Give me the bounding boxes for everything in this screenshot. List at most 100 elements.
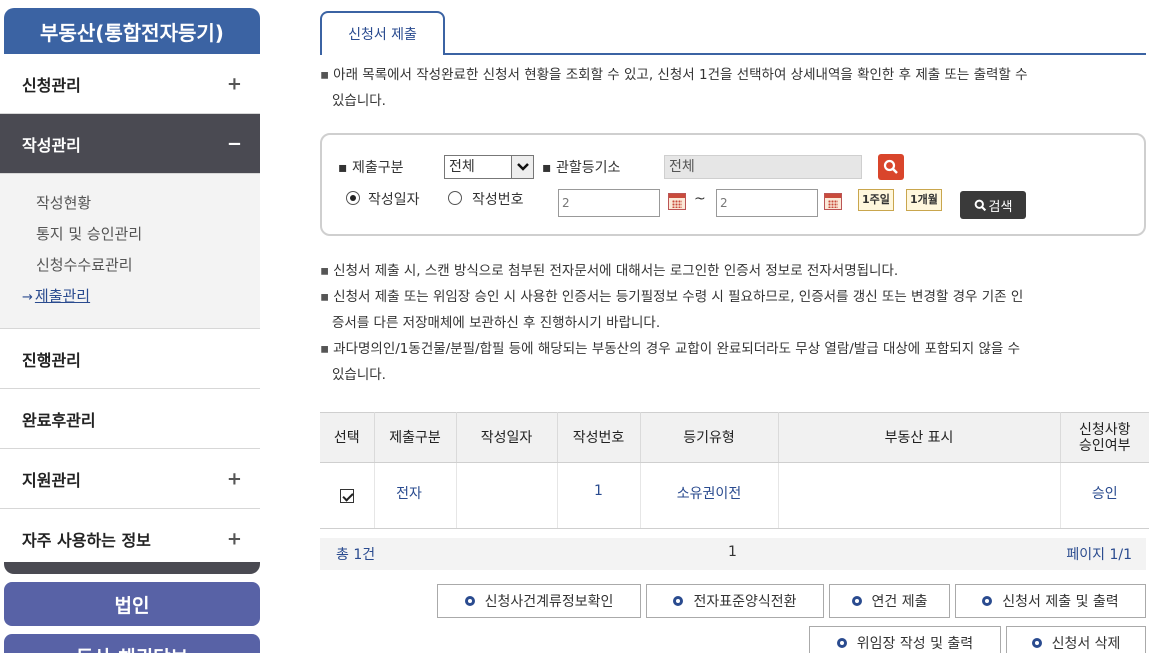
search-icon: [974, 199, 986, 211]
row-reg-type[interactable]: 소유권이전: [640, 462, 779, 529]
col-date: 작성일자: [456, 412, 558, 463]
page: 부동산(통합전자등기) 신청관리 + 작성관리 − 작성현황 통지 및 승인관리…: [0, 0, 1153, 653]
row-checkbox[interactable]: [339, 488, 354, 503]
row-approval: 승인: [1060, 462, 1149, 529]
corp-button[interactable]: 법인: [4, 582, 260, 626]
col-approval: 신청사항 승인여부: [1060, 412, 1149, 463]
col-property: 부동산 표시: [778, 412, 1061, 463]
submit-and-print-button[interactable]: 신청서 제출 및 출력: [955, 584, 1146, 618]
office-input[interactable]: 전체: [664, 155, 862, 179]
sidebar-bottom-bar: [4, 562, 260, 574]
col-reg-type: 등기유형: [640, 412, 779, 463]
label-text: 관할등기소: [555, 160, 621, 176]
select-value: 전체: [449, 159, 475, 175]
button-label: 전자표준양식전환: [693, 594, 797, 610]
submit-type-label: ▪ 제출구분: [338, 157, 403, 177]
sidebar-item-label: 자주 사용하는 정보: [22, 531, 151, 550]
table-row[interactable]: 전자 1 소유권이전 승인: [320, 462, 1149, 529]
sidebar-item-label: 신청관리: [22, 75, 81, 95]
search-button[interactable]: 검색: [960, 191, 1026, 219]
page-number[interactable]: 1: [728, 544, 737, 560]
radio-number[interactable]: [448, 191, 462, 205]
circle-bullet-icon: [982, 596, 993, 606]
sidebar-item-drafting[interactable]: 작성관리 −: [0, 114, 260, 174]
office-search-button[interactable]: [878, 154, 904, 180]
sidebar-item-label: 완료후관리: [22, 410, 96, 430]
calendar-icon[interactable]: [824, 193, 842, 210]
bullet-icon: ▪: [542, 160, 552, 176]
label-text: 제출구분: [351, 160, 404, 176]
delete-application-button[interactable]: 신청서 삭제: [1006, 626, 1146, 653]
table-header-row: 선택 제출구분 작성일자 작성번호 등기유형 부동산 표시 신청사항 승인여부: [320, 412, 1149, 463]
sidebar-item-label: 지원관리: [22, 470, 81, 490]
bullet-icon: ▪: [338, 160, 348, 176]
note-text: 과다명의인/1동건물/분필/합필 등에 해당되는 부동산의 경우 교합이 완료되…: [333, 341, 1021, 357]
sidebar-subitem-submit[interactable]: → 제출관리: [22, 281, 260, 312]
tab-submit[interactable]: 신청서 제출: [320, 11, 445, 55]
main-content: 신청서 제출 ▪ 아래 목록에서 작성완료한 신청서 현황을 조회할 수 있고, …: [320, 0, 1149, 653]
linked-submit-button[interactable]: 연건 제출: [829, 584, 950, 618]
sidebar-subitem-notice[interactable]: 통지 및 승인관리: [36, 219, 260, 250]
office-label: ▪ 관할등기소: [542, 157, 620, 177]
radio-date-label: 작성일자: [368, 192, 420, 208]
notice-text: 아래 목록에서 작성완료한 신청서 현황을 조회할 수 있고, 신청서 1건을 …: [333, 67, 1028, 83]
sidebar-subitem-status[interactable]: 작성현황: [36, 188, 260, 219]
bullet-icon: ▪: [320, 263, 330, 279]
movable-asset-button[interactable]: 동산·채권담보: [4, 634, 260, 653]
sidebar: 부동산(통합전자등기) 신청관리 + 작성관리 − 작성현황 통지 및 승인관리…: [0, 0, 260, 653]
sidebar-item-application[interactable]: 신청관리 +: [0, 54, 260, 114]
plus-icon: +: [226, 73, 242, 94]
sidebar-subitem-label: 제출관리: [34, 287, 91, 305]
sidebar-title: 부동산(통합전자등기): [4, 8, 260, 54]
calendar-icon[interactable]: [668, 193, 686, 210]
note-text: 신청서 제출 또는 위임장 승인 시 사용한 인증서는 등기필정보 수령 시 필…: [333, 289, 1024, 305]
search-button-label: 검색: [988, 199, 1013, 215]
submission-table: 선택 제출구분 작성일자 작성번호 등기유형 부동산 표시 신청사항 승인여부 …: [320, 412, 1149, 529]
col-submit-type: 제출구분: [374, 412, 457, 463]
minus-icon: −: [226, 133, 242, 154]
sidebar-item-after-complete[interactable]: 완료후관리: [0, 389, 260, 449]
notice-top: ▪ 아래 목록에서 작성완료한 신청서 현황을 조회할 수 있고, 신청서 1건을…: [320, 62, 1028, 114]
button-label: 위임장 작성 및 출력: [856, 636, 974, 652]
radio-date[interactable]: [346, 191, 360, 205]
date-to-input[interactable]: 2: [716, 189, 818, 217]
note-text: 있습니다.: [332, 367, 386, 383]
check-pending-info-button[interactable]: 신청사건계류정보확인: [437, 584, 641, 618]
button-label: 신청사건계류정보확인: [484, 594, 614, 610]
button-label: 신청서 삭제: [1051, 636, 1121, 652]
chevron-down-icon: [511, 156, 533, 178]
search-icon: [883, 159, 898, 174]
col-select: 선택: [320, 412, 375, 463]
row-type: 전자: [374, 462, 457, 529]
row-number: 1: [557, 462, 641, 529]
col-number: 작성번호: [557, 412, 641, 463]
convert-standard-form-button[interactable]: 전자표준양식전환: [646, 584, 824, 618]
row-select-cell[interactable]: [320, 462, 375, 529]
circle-bullet-icon: [836, 638, 847, 648]
search-panel: ▪ 제출구분 전체 ▪ 관할등기소 전체 작성일자 작성번호 2 ~ 2 1주일…: [320, 133, 1146, 236]
sidebar-subitem-fee[interactable]: 신청수수료관리: [36, 250, 260, 281]
row-date: [456, 462, 558, 529]
plus-icon: +: [226, 528, 242, 550]
date-from-input[interactable]: 2: [558, 189, 660, 217]
table-summary: 총 1건 1 페이지 1/1: [320, 538, 1146, 570]
button-label: 연건 제출: [871, 594, 928, 610]
tab-underline: [443, 53, 1146, 55]
notice-text: 있습니다.: [332, 93, 386, 109]
button-label: 신청서 제출 및 출력: [1002, 594, 1119, 610]
circle-bullet-icon: [464, 596, 475, 606]
period-month-button[interactable]: 1개월: [906, 189, 942, 211]
power-of-attorney-button[interactable]: 위임장 작성 및 출력: [809, 626, 1001, 653]
circle-bullet-icon: [851, 596, 862, 606]
row-property: [778, 462, 1061, 529]
sidebar-item-progress[interactable]: 진행관리: [0, 329, 260, 389]
sidebar-menu: 신청관리 + 작성관리 − 작성현황 통지 및 승인관리 신청수수료관리 → 제출…: [0, 54, 260, 569]
period-week-button[interactable]: 1주일: [858, 189, 894, 211]
bullet-icon: ▪: [320, 289, 330, 305]
sidebar-item-favorites[interactable]: 자주 사용하는 정보 +: [0, 509, 260, 569]
sidebar-item-support[interactable]: 지원관리 +: [0, 449, 260, 509]
submit-type-select[interactable]: 전체: [444, 155, 534, 179]
circle-bullet-icon: [1031, 638, 1042, 648]
bullet-icon: ▪: [320, 67, 330, 83]
note-text: 증서를 다른 저장매체에 보관하신 후 진행하시기 바랍니다.: [332, 315, 661, 331]
